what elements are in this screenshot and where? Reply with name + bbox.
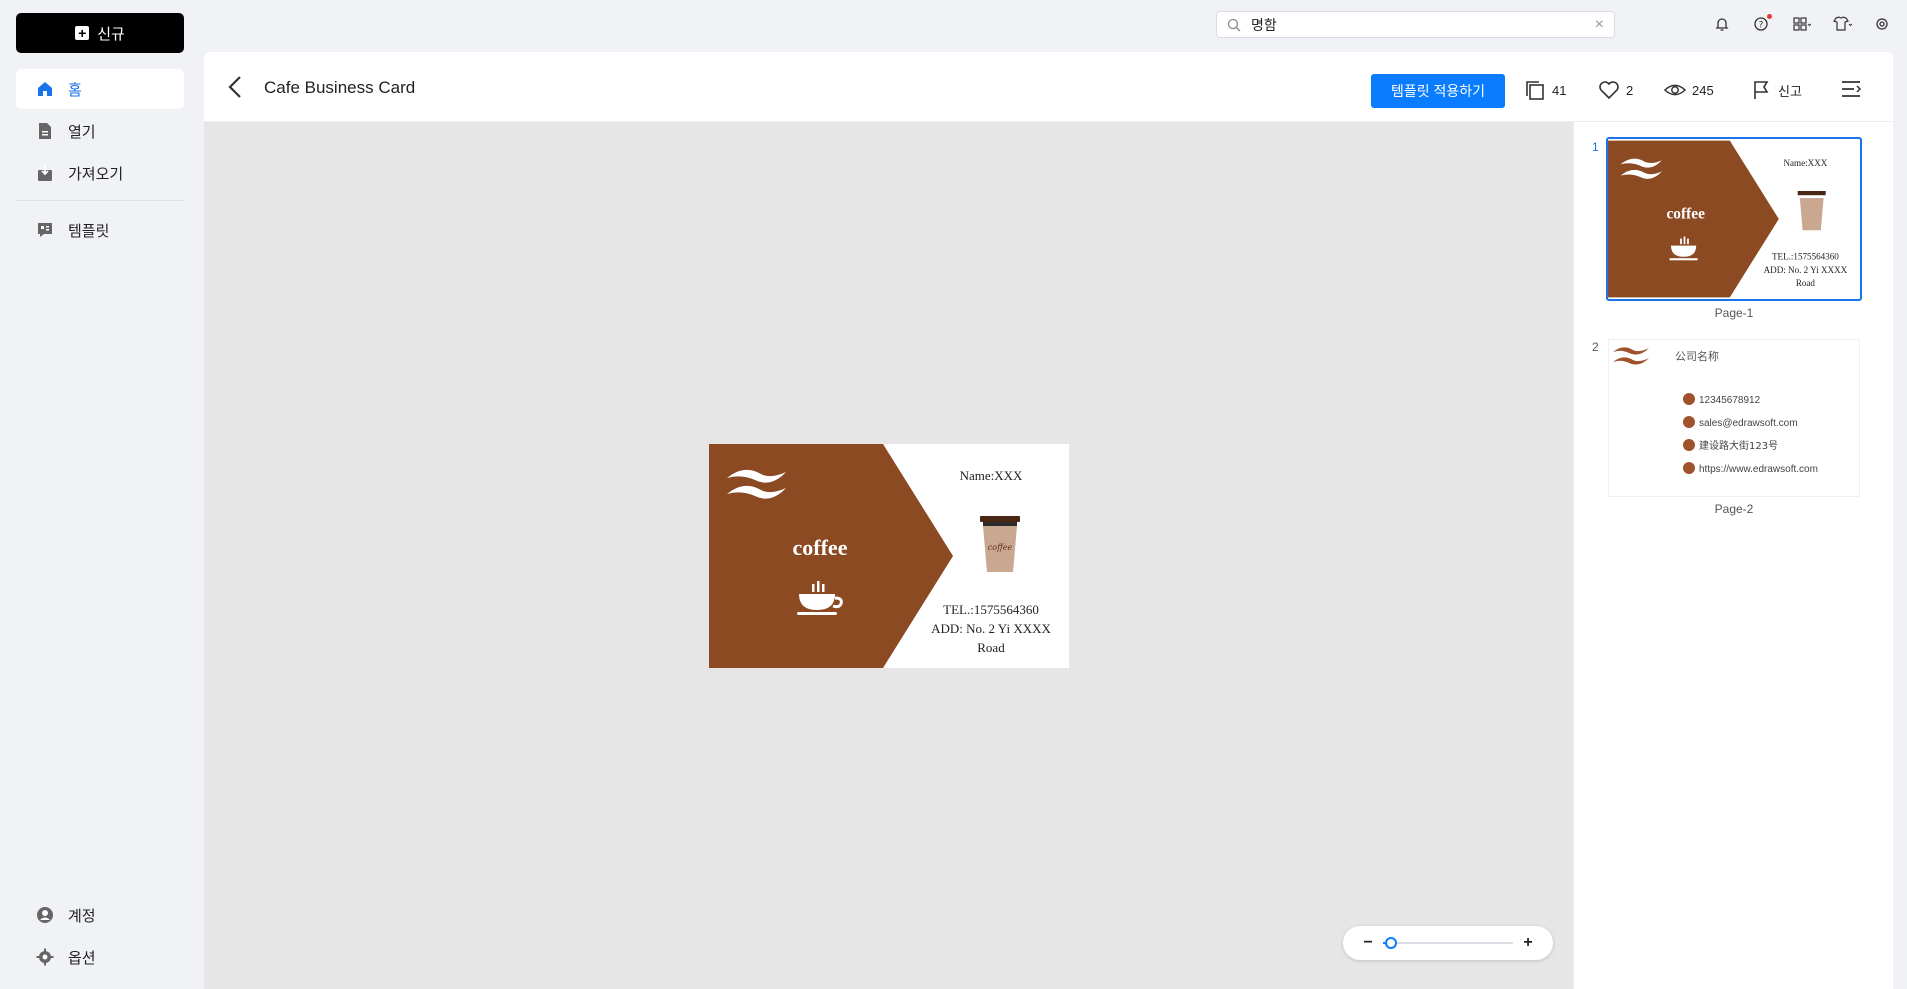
bell-icon[interactable] [1711, 14, 1733, 34]
sidebar-item-label: 템플릿 [68, 222, 110, 240]
card-address-line1: ADD: No. 2 Yi XXXX [931, 621, 1051, 636]
template-header: Cafe Business Card 템플릿 적용하기 41 2 245 신고 [204, 52, 1893, 122]
apply-template-button[interactable]: 템플릿 적용하기 [1371, 74, 1505, 108]
back-icon[interactable] [224, 74, 248, 100]
sidebar-item-label: 옵션 [68, 949, 96, 967]
page2-company: 公司名称 [1675, 349, 1719, 363]
likes-count: 2 [1626, 82, 1634, 98]
sidebar-item-options[interactable]: 옵션 [16, 937, 184, 977]
account-icon [37, 907, 53, 923]
zoom-in-button[interactable]: + [1521, 934, 1535, 952]
heart-icon [1599, 81, 1619, 100]
page-1-preview: coffee Name:XXX TEL.:1575564360 ADD: No.… [1608, 140, 1848, 298]
svg-text:TEL.:1575564360: TEL.:1575564360 [1772, 252, 1839, 262]
views-stat: 245 [1664, 79, 1714, 101]
page-label: Page-1 [1714, 306, 1754, 320]
copy-icon [1526, 81, 1544, 100]
copies-stat[interactable]: 41 [1524, 79, 1566, 101]
panel-menu-icon[interactable] [1840, 79, 1862, 99]
main-panel: Cafe Business Card 템플릿 적용하기 41 2 245 신고 [204, 52, 1893, 989]
new-button-label: 신규 [97, 25, 125, 43]
copies-count: 41 [1552, 82, 1567, 98]
page2-website: https://www.edrawsoft.com [1699, 464, 1818, 475]
theme-icon[interactable] [1831, 14, 1853, 34]
sidebar-item-import[interactable]: 가져오기 [16, 153, 184, 193]
business-card-front[interactable]: coffee Name:XXX coffee TEL.:1575564360 A… [709, 444, 1069, 668]
gear-icon [36, 948, 54, 966]
page-number: 1 [1592, 140, 1599, 154]
new-button[interactable]: + 신규 [16, 13, 184, 53]
card-name: Name:XXX [960, 468, 1023, 483]
plus-icon: + [75, 26, 90, 40]
svg-text:coffee: coffee [1666, 205, 1705, 222]
template-icon [38, 223, 52, 237]
sidebar-item-home[interactable]: 홈 [16, 69, 184, 109]
sidebar-item-label: 홈 [68, 81, 82, 99]
page-number: 2 [1592, 340, 1599, 354]
report-label: 신고 [1778, 83, 1802, 99]
page2-email: sales@edrawsoft.com [1699, 418, 1798, 429]
likes-stat[interactable]: 2 [1598, 79, 1633, 101]
import-icon [38, 165, 52, 181]
card-tel: TEL.:1575564360 [943, 602, 1039, 617]
card-address-line2: Road [977, 640, 1005, 655]
help-icon[interactable]: ? [1751, 14, 1773, 34]
zoom-slider[interactable] [1383, 937, 1513, 949]
svg-text:?: ? [1759, 21, 1764, 31]
page-thumbnail-1[interactable]: coffee Name:XXX TEL.:1575564360 ADD: No.… [1606, 137, 1862, 301]
page-2-preview: 公司名称 12345678912 sales@edrawsoft.com 建设路… [1613, 347, 1818, 475]
card-brand-text: coffee [793, 535, 848, 560]
home-icon [38, 82, 52, 96]
sidebar-item-label: 계정 [68, 907, 96, 925]
takeaway-cup-icon: coffee [980, 516, 1020, 572]
sidebar-item-open[interactable]: 열기 [16, 111, 184, 151]
sidebar-item-templates[interactable]: 템플릿 [16, 210, 184, 250]
eye-icon [1664, 84, 1686, 96]
zoom-control: − + [1343, 926, 1553, 960]
sidebar-item-account[interactable]: 계정 [16, 895, 184, 935]
notification-dot [1767, 14, 1772, 19]
sidebar-item-label: 가져오기 [68, 165, 124, 183]
page-title: Cafe Business Card [264, 78, 416, 97]
search-icon [1227, 18, 1241, 31]
top-toolbar: ? [1711, 14, 1893, 34]
sidebar: + 신규 홈 열기 가져오기 템플릿 계정 옵션 [0, 0, 204, 989]
design-canvas[interactable]: coffee Name:XXX coffee TEL.:1575564360 A… [204, 122, 1573, 989]
search-input[interactable]: 명함 [1251, 15, 1585, 35]
cup-label: coffee [988, 543, 1013, 552]
views-count: 245 [1692, 82, 1714, 98]
pages-panel: 1 coffee Name:XXX TEL.:1575564360 ADD: N… [1573, 122, 1893, 989]
zoom-out-button[interactable]: − [1361, 934, 1375, 952]
flag-icon [1754, 81, 1769, 99]
search-bar[interactable]: 명함 × [1216, 11, 1615, 38]
svg-text:Name:XXX: Name:XXX [1783, 158, 1827, 168]
apps-icon[interactable] [1791, 14, 1813, 34]
clear-search-icon[interactable]: × [1595, 16, 1604, 34]
settings-icon[interactable] [1871, 14, 1893, 34]
page-thumbnail-2[interactable]: 公司名称 12345678912 sales@edrawsoft.com 建设路… [1609, 340, 1859, 496]
page2-phone: 12345678912 [1699, 395, 1761, 406]
page2-address: 建设路大街123号 [1699, 439, 1778, 452]
sidebar-item-label: 열기 [68, 123, 96, 141]
svg-text:Road: Road [1796, 278, 1816, 288]
zoom-slider-handle[interactable] [1384, 937, 1397, 949]
report-button[interactable]: 신고 [1750, 79, 1802, 101]
card-artwork: coffee Name:XXX coffee TEL.:1575564360 A… [709, 444, 1051, 668]
sidebar-divider [16, 200, 184, 201]
file-icon [39, 123, 51, 139]
svg-text:ADD: No. 2 Yi XXXX: ADD: No. 2 Yi XXXX [1764, 265, 1848, 275]
page-label: Page-2 [1714, 502, 1754, 516]
